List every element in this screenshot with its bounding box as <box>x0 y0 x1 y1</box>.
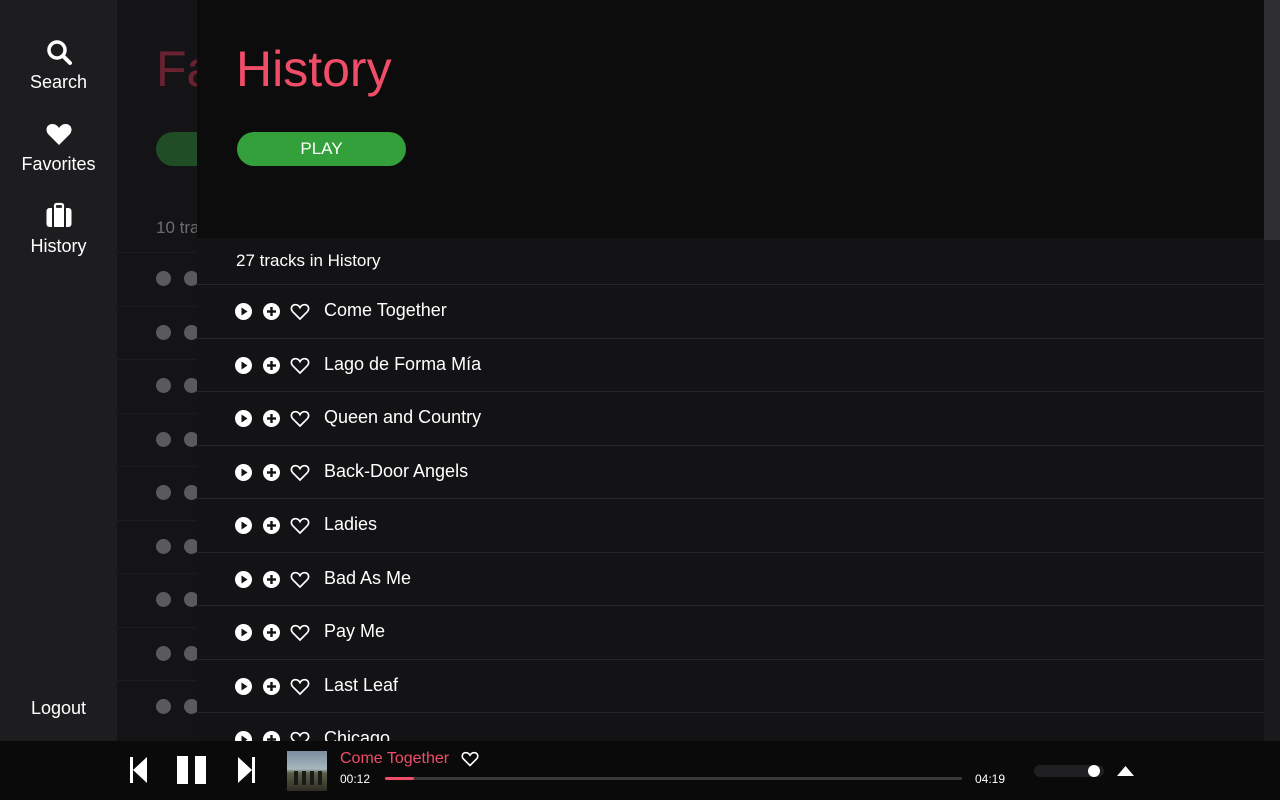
favorite-heart-icon[interactable] <box>290 678 310 696</box>
track-count: 27 tracks in History <box>236 251 381 270</box>
page-title: History <box>236 41 392 97</box>
play-icon[interactable] <box>235 517 252 534</box>
add-to-queue-icon[interactable] <box>263 517 280 534</box>
expand-up-icon[interactable] <box>1117 766 1134 776</box>
play-icon[interactable] <box>235 356 252 374</box>
favorite-heart-icon[interactable] <box>290 410 310 428</box>
add-to-queue-icon[interactable] <box>263 303 280 320</box>
volume-slider[interactable] <box>1034 765 1104 777</box>
add-to-queue-icon[interactable] <box>263 570 280 588</box>
play-icon[interactable] <box>235 624 252 641</box>
sidebar-item-history[interactable]: History <box>0 202 117 257</box>
background-play-icon <box>156 645 171 661</box>
play-icon[interactable] <box>235 410 252 427</box>
play-icon[interactable] <box>235 570 252 588</box>
track-row[interactable]: Lago de Forma Mía <box>197 337 1264 392</box>
track-row[interactable]: Pay Me <box>197 605 1264 659</box>
briefcase-icon <box>46 202 71 227</box>
add-to-queue-icon[interactable] <box>263 624 280 641</box>
sidebar-item-label: Search <box>29 72 88 92</box>
track-duration: 04:19 <box>975 772 1006 786</box>
favorite-heart-icon[interactable] <box>290 517 310 535</box>
skip-next-icon[interactable] <box>237 757 255 783</box>
play-icon[interactable] <box>235 731 252 741</box>
background-play-icon <box>156 271 171 286</box>
player-bar: Come Together 00:12 04:19 <box>0 741 1280 800</box>
background-play-icon <box>156 431 171 447</box>
track-row[interactable]: Bad As Me <box>197 551 1264 606</box>
track-row[interactable]: Queen and Country <box>197 391 1264 445</box>
track-row[interactable]: Come Together <box>197 284 1264 338</box>
sidebar-item-label: History <box>30 236 87 256</box>
play-all-button[interactable]: PLAY <box>237 132 406 166</box>
favorite-heart-icon[interactable] <box>290 464 310 482</box>
track-title: Ladies <box>324 514 378 534</box>
logout-button[interactable]: Logout <box>0 698 117 719</box>
track-row[interactable]: Chicago <box>197 712 1264 741</box>
background-play-icon <box>156 699 171 714</box>
volume-knob[interactable] <box>1087 765 1100 777</box>
track-title: Queen and Country <box>324 407 482 427</box>
search-icon <box>46 40 72 65</box>
sidebar-item-search[interactable]: Search <box>0 38 117 93</box>
background-track-count: 10 tra <box>156 218 200 237</box>
play-icon[interactable] <box>235 677 252 695</box>
pause-icon[interactable] <box>177 756 207 784</box>
logout-label: Logout <box>30 698 87 718</box>
track-list: 27 tracks in History Come Together Lago d… <box>197 238 1264 741</box>
favorite-heart-icon[interactable] <box>290 731 310 741</box>
track-title: Bad As Me <box>324 567 412 588</box>
album-cover <box>287 751 327 791</box>
favorite-heart-icon[interactable] <box>290 571 310 589</box>
scrollbar-thumb[interactable] <box>1264 0 1280 240</box>
progress-bar[interactable] <box>385 777 962 780</box>
background-play-icon <box>156 485 171 500</box>
favorite-heart-icon[interactable] <box>290 303 310 321</box>
track-title: Come Together <box>324 300 447 320</box>
add-to-queue-icon[interactable] <box>263 356 280 374</box>
track-title: Lago de Forma Mía <box>324 353 482 374</box>
play-icon[interactable] <box>235 303 252 320</box>
track-row[interactable]: Ladies <box>197 498 1264 552</box>
sidebar: Search Favorites History Logout <box>0 0 117 741</box>
favorite-heart-icon[interactable] <box>461 751 479 767</box>
track-title: Chicago <box>324 728 391 741</box>
skip-previous-icon[interactable] <box>130 757 148 783</box>
sidebar-item-label: Favorites <box>21 154 96 174</box>
now-playing-title: Come Together <box>340 750 450 767</box>
background-play-icon <box>156 538 171 554</box>
track-title: Back-Door Angels <box>324 460 469 481</box>
background-play-icon <box>156 324 171 340</box>
add-to-queue-icon[interactable] <box>263 463 280 481</box>
background-play-icon <box>156 592 171 607</box>
track-title: Pay Me <box>324 621 386 641</box>
current-time: 00:12 <box>340 772 371 786</box>
add-to-queue-icon[interactable] <box>263 677 280 695</box>
sidebar-item-favorites[interactable]: Favorites <box>0 120 117 175</box>
progress-fill <box>385 777 414 780</box>
track-row[interactable]: Back-Door Angels <box>197 444 1264 499</box>
add-to-queue-icon[interactable] <box>263 731 280 741</box>
track-row[interactable]: Last Leaf <box>197 658 1264 713</box>
background-play-icon <box>156 378 171 393</box>
add-to-queue-icon[interactable] <box>263 410 280 427</box>
favorite-heart-icon[interactable] <box>290 357 310 375</box>
track-title: Last Leaf <box>324 674 399 695</box>
heart-icon <box>45 123 72 145</box>
favorite-heart-icon[interactable] <box>290 624 310 642</box>
play-icon[interactable] <box>235 463 252 481</box>
history-panel: History PLAY 27 tracks in History Come T… <box>197 0 1264 741</box>
